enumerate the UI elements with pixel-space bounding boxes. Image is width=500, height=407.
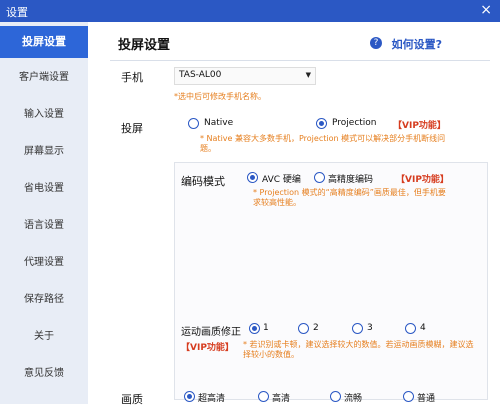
quality-normal-radio[interactable] <box>403 391 414 402</box>
motion-3-radio[interactable] <box>352 323 363 334</box>
page-title: 投屏设置 <box>118 38 171 53</box>
motion-1-radio[interactable] <box>249 323 260 334</box>
encoding-label: 编码模式 <box>181 175 225 188</box>
phone-select-value: TAS-AL00 <box>179 70 222 80</box>
divider <box>110 60 490 61</box>
motion-2-radio[interactable] <box>298 323 309 334</box>
sidebar: 投屏设置 客户端设置 输入设置 屏幕显示 省电设置 语言设置 代理设置 保存路径… <box>0 22 88 404</box>
cast-projection-radio[interactable] <box>316 118 327 129</box>
sidebar-item-cast-settings[interactable]: 投屏设置 <box>0 26 88 58</box>
quality-hd-radio[interactable] <box>258 391 269 402</box>
sidebar-item-input-settings[interactable]: 输入设置 <box>0 99 88 131</box>
quality-smooth-radio[interactable] <box>330 391 341 402</box>
encoding-avc-label: AVC 硬编 <box>262 175 301 185</box>
window-title: 设置 <box>6 6 28 19</box>
cast-vip-badge: 【VIP功能】 <box>393 121 446 131</box>
sidebar-item-power-saving[interactable]: 省电设置 <box>0 173 88 205</box>
quality-normal-label: 普通 <box>417 394 436 404</box>
motion-4-radio[interactable] <box>405 323 416 334</box>
quality-smooth-label: 流畅 <box>344 394 363 404</box>
close-icon[interactable]: × <box>480 2 492 18</box>
motion-1-label: 1 <box>263 323 269 333</box>
main-panel: 投屏设置 ? 如何设置? 手机 TAS-AL00 ▼ *选中后可修改手机名称。 … <box>88 22 500 406</box>
title-bar: 设置 × <box>0 0 500 22</box>
help-icon[interactable]: ? <box>370 37 382 49</box>
help-link[interactable]: 如何设置? <box>392 36 442 52</box>
motion-3-label: 3 <box>367 323 373 333</box>
sidebar-item-language[interactable]: 语言设置 <box>0 210 88 242</box>
quality-hd-label: 高清 <box>272 394 291 404</box>
cast-hint: * Native 兼容大多数手机，Projection 模式可以解决部分手机断线… <box>200 134 446 153</box>
cast-label: 投屏 <box>121 122 143 135</box>
sidebar-item-screen-display[interactable]: 屏幕显示 <box>0 136 88 168</box>
encoding-vip-badge: 【VIP功能】 <box>396 175 449 185</box>
cast-projection-label: Projection <box>332 118 377 128</box>
encoding-hint: * Projection 模式的“高精度编码”画质最佳，但手机要求较高性能。 <box>253 188 446 207</box>
motion-4-label: 4 <box>420 323 426 333</box>
cast-native-radio[interactable] <box>188 118 199 129</box>
encoding-hq-label: 高精度编码 <box>328 175 374 185</box>
cast-native-label: Native <box>204 118 234 128</box>
chevron-down-icon: ▼ <box>305 71 311 79</box>
quality-ultra-label: 超高清 <box>198 394 226 404</box>
quality-ultra-radio[interactable] <box>184 391 195 402</box>
sidebar-item-about[interactable]: 关于 <box>0 321 88 353</box>
sidebar-item-proxy[interactable]: 代理设置 <box>0 247 88 279</box>
phone-select[interactable]: TAS-AL00 ▼ <box>174 67 316 85</box>
phone-label: 手机 <box>121 71 143 84</box>
motion-label: 运动画质修正 <box>181 327 241 338</box>
encoding-avc-radio[interactable] <box>247 172 258 183</box>
sidebar-item-save-path[interactable]: 保存路径 <box>0 284 88 316</box>
motion-2-label: 2 <box>313 323 319 333</box>
sidebar-item-client-settings[interactable]: 客户端设置 <box>0 62 88 94</box>
sidebar-item-feedback[interactable]: 意见反馈 <box>0 358 88 390</box>
motion-vip-badge: 【VIP功能】 <box>181 343 234 353</box>
quality-label: 画质 <box>121 393 143 406</box>
phone-hint: *选中后可修改手机名称。 <box>174 92 266 101</box>
encoding-hq-radio[interactable] <box>314 172 325 183</box>
motion-hint: * 若识别或卡顿，建议选择较大的数值。若运动画质模糊，建议选择较小的数值。 <box>243 340 474 359</box>
